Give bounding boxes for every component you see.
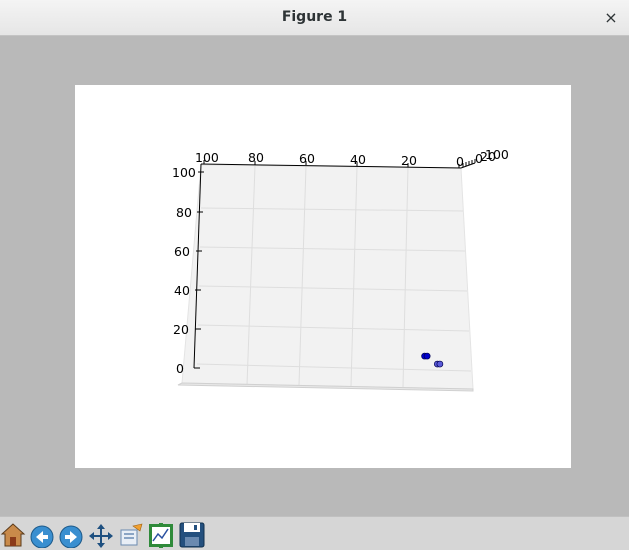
scatter-point <box>423 352 431 360</box>
close-icon[interactable]: × <box>599 6 623 30</box>
zoom-button[interactable] <box>118 520 144 548</box>
navigation-toolbar <box>0 516 629 550</box>
x-tick-label: 20 <box>401 153 417 168</box>
depth-tick-label: 100 <box>485 147 509 162</box>
y-tick-label: 0 <box>176 361 184 376</box>
back-arrow-icon <box>30 525 54 548</box>
y-tick-label: 100 <box>172 165 196 180</box>
pan-move-icon <box>89 524 113 548</box>
y-tick-label: 40 <box>174 283 190 298</box>
save-button[interactable] <box>179 520 205 548</box>
window-titlebar: Figure 1 × <box>0 0 629 36</box>
back-button[interactable] <box>29 520 55 548</box>
x-tick-label: 80 <box>248 150 264 165</box>
figure-canvas[interactable]: 100 80 60 40 20 0 0 20 100 0 20 40 60 80… <box>75 85 571 468</box>
plot-3d[interactable]: 100 80 60 40 20 0 0 20 100 0 20 40 60 80… <box>75 85 571 468</box>
scatter-point <box>436 360 444 368</box>
x-tick-label: 100 <box>195 150 219 165</box>
y-tick-label: 20 <box>173 322 189 337</box>
home-icon <box>0 523 26 547</box>
save-figure-icon <box>179 522 205 548</box>
home-button[interactable] <box>0 520 26 548</box>
x-tick-label: 60 <box>299 151 315 166</box>
x-tick-label: 40 <box>350 152 366 167</box>
figure-canvas-area: 100 80 60 40 20 0 0 20 100 0 20 40 60 80… <box>0 36 629 516</box>
pan-button[interactable] <box>88 520 114 548</box>
window-title: Figure 1 <box>281 9 348 25</box>
configure-subplots-icon <box>149 523 173 548</box>
forward-arrow-icon <box>59 525 83 548</box>
y-tick-label: 60 <box>174 244 190 259</box>
depth-ticks <box>462 159 476 167</box>
forward-button[interactable] <box>58 520 84 548</box>
zoom-rect-icon <box>120 523 143 546</box>
configure-subplots-button[interactable] <box>148 520 174 548</box>
y-tick-label: 80 <box>176 205 192 220</box>
